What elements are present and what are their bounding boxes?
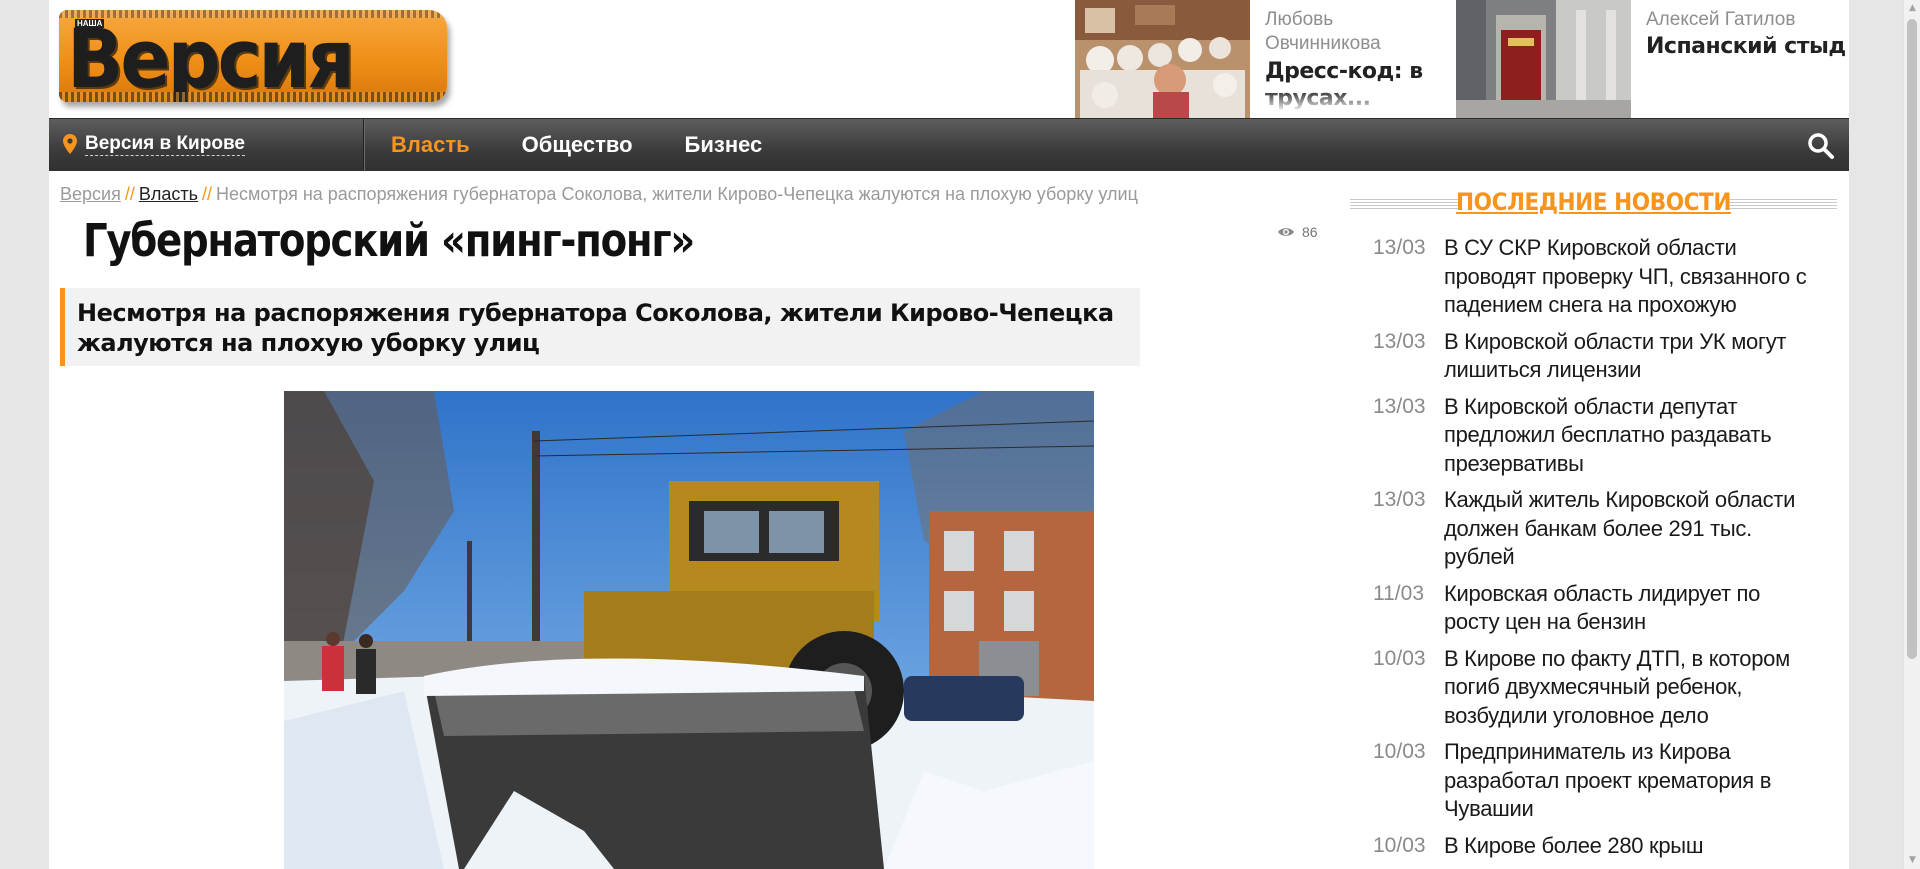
news-date: 13/03 [1373, 329, 1426, 353]
search-icon[interactable] [1807, 132, 1835, 160]
news-item[interactable]: 13/03 В СУ СКР Кировской области проводя… [1373, 234, 1813, 320]
news-date: 13/03 [1373, 394, 1426, 418]
city-selector-label[interactable]: Версия в Кирове [85, 133, 245, 156]
breadcrumb-current: Несмотря на распоряжения губернатора Сок… [216, 184, 1138, 204]
breadcrumb-home-link[interactable]: Версия [60, 184, 121, 204]
news-date: 13/03 [1373, 236, 1426, 259]
article-lead: Несмотря на распоряжения губернатора Сок… [60, 288, 1140, 366]
promo-author-1[interactable]: Любовь Овчинникова [1265, 8, 1435, 56]
nav-item-obshchestvo[interactable]: Общество [522, 119, 633, 171]
news-item[interactable]: 13/03 Каждый житель Кировской области до… [1373, 486, 1813, 572]
promo-title-2[interactable]: Испанский стыд [1646, 33, 1846, 60]
latest-news-heading[interactable]: ПОСЛЕДНИЕ НОВОСТИ [1374, 188, 1812, 216]
news-item[interactable]: 10/03 Предприниматель из Кирова разработ… [1373, 738, 1813, 824]
promo-thumbnail-2[interactable] [1456, 0, 1631, 118]
news-link[interactable]: В Кирове по факту ДТП, в котором погиб д… [1444, 645, 1813, 731]
news-item[interactable]: 10/03 В Кирове более 280 крыш [1373, 832, 1813, 861]
vertical-scrollbar[interactable]: ▲ ▼ [1903, 0, 1920, 869]
breadcrumb-section-link[interactable]: Власть [139, 184, 198, 204]
news-item[interactable]: 13/03 В Кировской области депутат предло… [1373, 393, 1813, 479]
news-date: 13/03 [1373, 488, 1426, 511]
scroll-down-arrow-icon[interactable]: ▼ [1904, 852, 1920, 869]
news-link[interactable]: Кировская область лидирует по росту цен … [1444, 580, 1813, 637]
breadcrumb-separator: // [202, 184, 213, 204]
news-link[interactable]: В Кировской области три УК могут лишитьс… [1444, 328, 1813, 385]
nav-item-biznes[interactable]: Бизнес [685, 119, 763, 171]
news-link[interactable]: В Кировской области депутат предложил бе… [1444, 393, 1813, 479]
news-date: 10/03 [1373, 833, 1426, 857]
header: НАША Версия Любовь Овчинникова Дресс-код… [49, 0, 1849, 118]
promo-thumbnail-1[interactable] [1075, 0, 1250, 118]
news-date: 11/03 [1373, 581, 1424, 605]
latest-news-header: ПОСЛЕДНИЕ НОВОСТИ [1350, 184, 1837, 224]
breadcrumb-separator: // [124, 184, 135, 204]
news-item[interactable]: 11/03 Кировская область лидирует по рост… [1373, 580, 1813, 637]
news-item[interactable]: 13/03 В Кировской области три УК могут л… [1373, 328, 1813, 385]
news-link[interactable]: Каждый житель Кировской области должен б… [1444, 486, 1813, 572]
main-navigation: Версия в Кирове Власть Общество Бизнес [49, 118, 1849, 171]
site-logo[interactable]: НАША Версия [59, 10, 447, 106]
view-counter: 86 [1278, 224, 1318, 240]
news-date: 10/03 [1373, 740, 1426, 763]
news-item[interactable]: 10/03 В Кирове по факту ДТП, в котором п… [1373, 645, 1813, 731]
city-selector[interactable]: Версия в Кирове [49, 119, 365, 171]
article-title: Губернаторский «пинг-понг» [83, 214, 695, 267]
nav-menu: Власть Общество Бизнес [391, 119, 814, 171]
news-link[interactable]: В СУ СКР Кировской области проводят пров… [1444, 234, 1813, 320]
view-count: 86 [1302, 224, 1318, 240]
scroll-up-arrow-icon[interactable]: ▲ [1904, 0, 1920, 17]
latest-news-sidebar: ПОСЛЕДНИЕ НОВОСТИ 13/03 В СУ СКР Кировск… [1350, 184, 1837, 858]
news-link[interactable]: В Кирове более 280 крыш [1444, 832, 1703, 861]
promo-card-1[interactable]: Любовь Овчинникова Дресс-код: в трусах..… [1075, 0, 1455, 118]
promo-author-2[interactable]: Алексей Гатилов [1646, 8, 1816, 32]
nav-item-vlast[interactable]: Власть [391, 119, 470, 171]
news-link[interactable]: Предприниматель из Кирова разработал про… [1444, 738, 1813, 824]
promo-title-1[interactable]: Дресс-код: в трусах... [1265, 58, 1435, 112]
page: НАША Версия Любовь Овчинникова Дресс-код… [49, 0, 1849, 869]
eye-icon [1278, 228, 1294, 236]
breadcrumb: Версия//Власть//Несмотря на распоряжения… [60, 184, 1138, 205]
article-photo [284, 391, 1094, 869]
logo-paper: НАША Версия [59, 10, 447, 102]
scrollbar-thumb[interactable] [1907, 19, 1917, 659]
location-pin-icon [63, 134, 77, 154]
logo-text: Версия [67, 12, 355, 102]
promo-card-2[interactable]: Алексей Гатилов Испанский стыд [1456, 0, 1849, 118]
news-date: 10/03 [1373, 646, 1426, 670]
news-list: 13/03 В СУ СКР Кировской области проводя… [1373, 234, 1813, 868]
